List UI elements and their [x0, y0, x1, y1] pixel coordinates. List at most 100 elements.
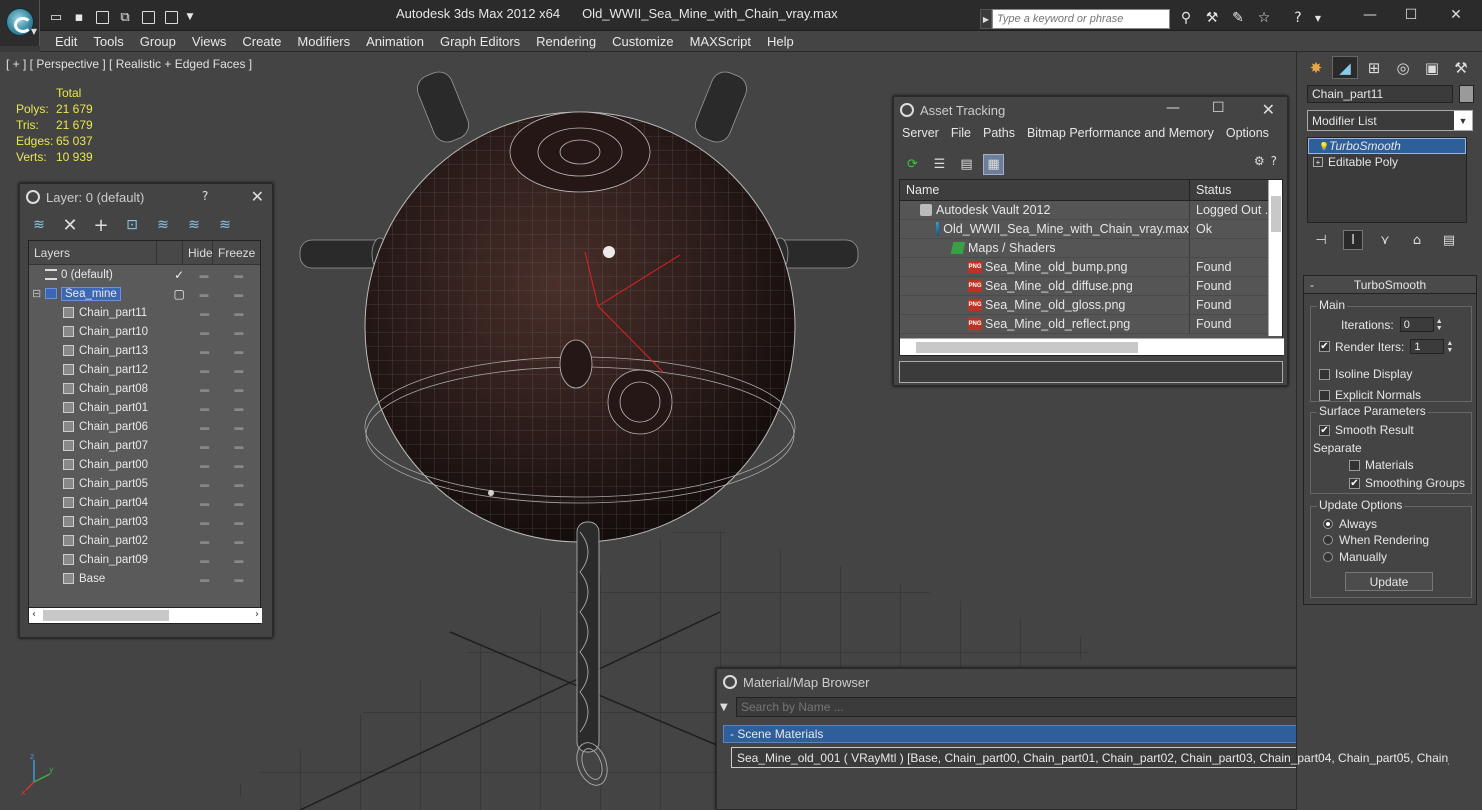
minimize-icon[interactable]: — [1348, 4, 1392, 26]
col-status[interactable]: Status [1190, 180, 1231, 200]
modifier-list-dropdown[interactable]: Modifier List ▼ [1307, 110, 1473, 131]
layer-row[interactable]: Chain_part04 ▬ ▬ [29, 493, 260, 512]
communication-icon[interactable]: ✎ [1228, 8, 1248, 28]
freeze-toggle[interactable]: ▬ [218, 384, 260, 394]
col-layers[interactable]: Layers [29, 241, 157, 264]
configure-sets-icon[interactable]: ▤ [1439, 230, 1459, 250]
search-expand-icon[interactable]: ▶ [980, 9, 992, 29]
minimize-icon[interactable]: — [1166, 100, 1180, 116]
menu-graph-editors[interactable]: Graph Editors [432, 31, 528, 52]
layer-row[interactable]: Chain_part09 ▬ ▬ [29, 550, 260, 569]
freeze-toggle[interactable]: ▬ [218, 498, 260, 508]
layer-row[interactable]: Chain_part03 ▬ ▬ [29, 512, 260, 531]
asset-row[interactable]: PNG Sea_Mine_old_reflect.png Found [900, 315, 1282, 334]
hide-toggle[interactable]: ▬ [191, 270, 218, 280]
maximize-icon[interactable]: ☐ [1389, 4, 1433, 26]
menu-modifiers[interactable]: Modifiers [289, 31, 358, 52]
freeze-toggle[interactable]: ▬ [218, 536, 260, 546]
menu-tools[interactable]: Tools [85, 31, 131, 52]
smoothing-groups-checkbox[interactable]: ✔ [1349, 477, 1360, 489]
freeze-toggle[interactable]: ▬ [218, 346, 260, 356]
asset-vertical-scrollbar[interactable] [1268, 180, 1282, 336]
layer-row[interactable]: Chain_part08 ▬ ▬ [29, 379, 260, 398]
freeze-toggle[interactable]: ▬ [218, 308, 260, 318]
collapse-icon[interactable]: ⊟ [32, 287, 41, 300]
freeze-toggle[interactable]: ▬ [217, 270, 260, 280]
menu-customize[interactable]: Customize [604, 31, 681, 52]
layer-row[interactable]: Chain_part02 ▬ ▬ [29, 531, 260, 550]
col-name[interactable]: Name [900, 180, 1190, 200]
lightbulb-icon[interactable]: 💡 [1319, 141, 1329, 151]
binoculars-icon[interactable]: ⚲ [1176, 8, 1196, 28]
freeze-toggle[interactable]: ▬ [218, 517, 260, 527]
tree-view-icon[interactable]: ▤ [956, 154, 977, 175]
layer-row[interactable]: ⊟ Sea_mine ▢ ▬ ▬ [29, 284, 260, 303]
object-color-swatch[interactable] [1459, 85, 1474, 103]
spinner-arrows-icon[interactable]: ▲ ▼ [1446, 339, 1453, 354]
asset-panel-titlebar[interactable]: Asset Tracking [894, 97, 1287, 123]
make-unique-icon[interactable]: ⋎ [1375, 230, 1395, 250]
menu-help[interactable]: Help [759, 31, 802, 52]
freeze-toggle[interactable]: ▬ [218, 479, 260, 489]
delete-layer-icon[interactable]: ✕ [59, 214, 81, 236]
undo-icon[interactable] [138, 7, 158, 27]
help-button[interactable]: ? [202, 189, 208, 203]
asset-menu-server[interactable]: Server [896, 126, 945, 140]
highlight-layer-icon[interactable]: ≋ [152, 214, 174, 236]
hide-toggle[interactable]: ▬ [191, 289, 218, 299]
modify-tab-icon[interactable]: ◢ [1332, 56, 1358, 79]
layer-row[interactable]: Chain_part01 ▬ ▬ [29, 398, 260, 417]
hide-toggle[interactable]: ▬ [191, 574, 217, 584]
quick-access-dropdown-icon[interactable]: ▼ [184, 7, 196, 27]
hide-toggle[interactable]: ▬ [191, 517, 217, 527]
col-hide[interactable]: Hide [183, 241, 213, 264]
col-freeze[interactable]: Freeze [213, 241, 260, 264]
hide-toggle[interactable]: ▬ [191, 441, 217, 451]
asset-horizontal-scrollbar[interactable] [900, 338, 1284, 355]
menu-create[interactable]: Create [234, 31, 289, 52]
manually-radio[interactable] [1323, 552, 1333, 562]
refresh-icon[interactable]: ⟳ [902, 154, 923, 175]
asset-row[interactable]: PNG Sea_Mine_old_bump.png Found [900, 258, 1282, 277]
menu-rendering[interactable]: Rendering [528, 31, 604, 52]
hide-toggle[interactable]: ▬ [191, 327, 217, 337]
object-name-field[interactable]: Chain_part11 [1307, 85, 1453, 103]
set-current-box-icon[interactable]: ▢ [168, 287, 191, 301]
iterations-spinner[interactable] [1399, 317, 1434, 332]
asset-row[interactable]: Maps / Shaders [900, 239, 1282, 258]
hierarchy-tab-icon[interactable]: ⊞ [1361, 56, 1387, 79]
layer-horizontal-scrollbar[interactable]: ‹ › [29, 607, 262, 623]
layer-row[interactable]: Chain_part06 ▬ ▬ [29, 417, 260, 436]
scroll-thumb[interactable] [916, 342, 1138, 353]
menu-views[interactable]: Views [184, 31, 234, 52]
close-icon[interactable]: ✕ [1434, 4, 1478, 26]
layer-row[interactable]: Chain_part11 ▬ ▬ [29, 303, 260, 322]
layer-row[interactable]: Chain_part12 ▬ ▬ [29, 360, 260, 379]
remove-modifier-icon[interactable]: ⌂ [1407, 230, 1427, 250]
asset-path-field[interactable] [899, 361, 1283, 383]
update-button[interactable]: Update [1345, 572, 1433, 591]
menu-maxscript[interactable]: MAXScript [682, 31, 759, 52]
current-layer-check-icon[interactable]: ✓ [168, 268, 191, 282]
open-folder-icon[interactable]: ▭ [46, 7, 66, 27]
explicit-normals-checkbox[interactable] [1319, 389, 1330, 401]
freeze-toggle[interactable]: ▬ [218, 574, 260, 584]
help-icon[interactable]: ? [1288, 8, 1308, 28]
show-end-result-icon[interactable]: Ι [1343, 230, 1363, 250]
new-file-icon[interactable] [92, 7, 112, 27]
vault-help-icon[interactable]: ⚙ [1254, 154, 1265, 168]
always-radio[interactable] [1323, 519, 1333, 529]
isoline-checkbox[interactable] [1319, 368, 1330, 380]
pin-stack-icon[interactable]: ⊣ [1311, 230, 1331, 250]
hide-toggle[interactable]: ▬ [191, 346, 217, 356]
options-dropdown-icon[interactable]: ▼ [720, 702, 736, 713]
hide-toggle[interactable]: ▬ [191, 384, 217, 394]
viewport-label[interactable]: [ + ] [ Perspective ] [ Realistic + Edge… [6, 57, 252, 71]
hide-toggle[interactable]: ▬ [191, 460, 217, 470]
hide-toggle[interactable]: ▬ [191, 536, 217, 546]
asset-row[interactable]: Old_WWII_Sea_Mine_with_Chain_vray.max Ok [900, 220, 1282, 239]
list-view-icon[interactable]: ☰ [929, 154, 950, 175]
favorites-star-icon[interactable]: ☆ [1254, 8, 1274, 28]
layer-row[interactable]: Base ▬ ▬ [29, 569, 260, 588]
help-dropdown-icon[interactable]: ▼ [1314, 8, 1322, 28]
